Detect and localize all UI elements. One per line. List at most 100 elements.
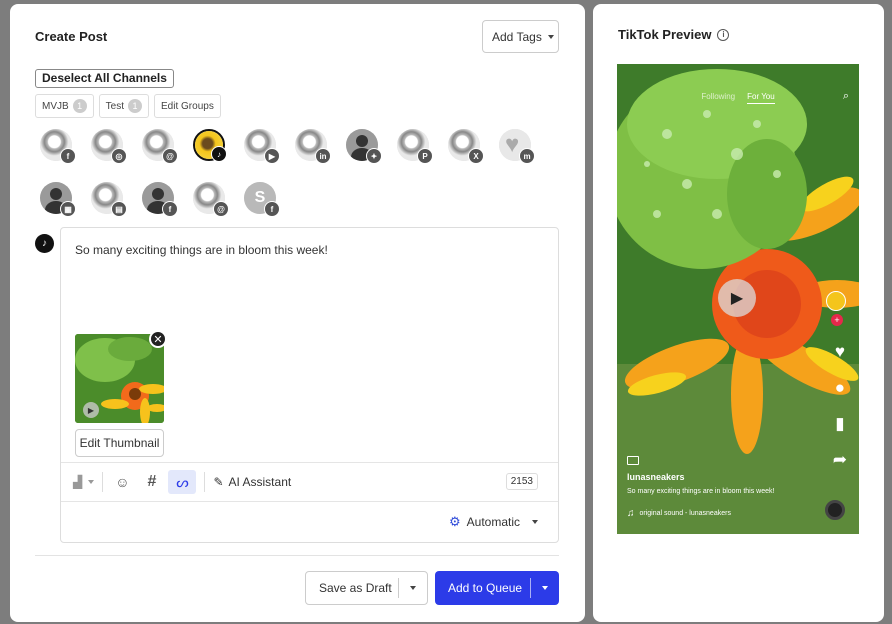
ai-assistant-label: AI Assistant <box>228 475 292 489</box>
link-shortener-button[interactable]: ᔕ <box>168 470 197 494</box>
channel-avatar-facebook[interactable]: Sf <box>244 182 280 217</box>
group-label: Test <box>105 100 125 112</box>
bluesky-icon: ✦ <box>366 148 382 164</box>
instagram-icon: ◎ <box>111 148 127 164</box>
google-business-icon: ▦ <box>60 201 76 217</box>
tiktok-icon: ♪ <box>35 234 54 253</box>
feed-tabs: Following For You <box>617 92 859 104</box>
link-icon: ᔕ <box>176 473 189 490</box>
facebook-icon: f <box>60 148 76 164</box>
add-to-queue-button-group: Add to Queue <box>435 571 559 605</box>
facebook-icon: f <box>162 201 178 217</box>
threads-icon: @ <box>213 201 229 217</box>
group-count-badge: 1 <box>128 99 143 113</box>
edit-groups-button[interactable]: Edit Groups <box>154 94 221 118</box>
threads-icon: @ <box>162 148 178 164</box>
channel-avatar-facebook[interactable]: f <box>40 129 76 164</box>
post-text-input[interactable]: So many exciting things are in bloom thi… <box>75 243 328 257</box>
group-chip-test[interactable]: Test 1 <box>98 94 150 118</box>
gear-icon: ⚙ <box>448 514 461 529</box>
search-icon[interactable]: ⌕ <box>843 90 849 103</box>
add-tags-label: Add Tags <box>492 29 542 44</box>
media-thumbnail[interactable]: ▶ <box>75 334 164 423</box>
schedule-bar: ⚙ Automatic <box>61 501 558 542</box>
avatar[interactable] <box>826 291 846 311</box>
channel-avatar-mastodon[interactable]: m <box>499 129 535 164</box>
group-chip-mvjb[interactable]: MVJB 1 <box>35 94 94 118</box>
info-icon[interactable]: i <box>717 28 730 41</box>
tab-for-you[interactable]: For You <box>747 92 775 104</box>
editor-toolbar: ▟ ☺ # ᔕ ✎ AI Assistant 2153 <box>61 462 558 501</box>
channel-avatar-tiktok[interactable]: ♪ <box>193 129 227 162</box>
x-icon: X <box>468 148 484 164</box>
chevron-down-icon <box>532 520 538 524</box>
channel-avatar-pinterest[interactable]: P <box>397 129 433 164</box>
deselect-all-channels-button[interactable]: Deselect All Channels <box>35 69 174 88</box>
play-icon: ▶ <box>83 402 99 418</box>
preview-sound: ♫ original sound - lunasneakers <box>627 508 731 519</box>
comment-icon[interactable]: ● <box>835 378 845 398</box>
ai-assistant-button[interactable]: ✎ AI Assistant <box>213 475 291 489</box>
startpage-icon: ▤ <box>111 201 127 217</box>
preview-title: TikTok Preview i <box>618 27 730 42</box>
channel-avatar-facebook[interactable]: f <box>142 182 178 217</box>
character-count: 2153 <box>505 473 538 490</box>
page-title: Create Post <box>35 29 108 44</box>
upload-icon: ▟ <box>73 475 83 489</box>
captions-icon <box>627 456 639 465</box>
emoji-button[interactable]: ☺ <box>115 474 129 490</box>
media-upload-button[interactable]: ▟ <box>73 475 95 489</box>
youtube-icon: ▶ <box>264 148 280 164</box>
play-icon[interactable]: ▶ <box>718 279 756 317</box>
chevron-down-icon <box>410 586 417 590</box>
pinterest-icon: P <box>417 148 433 164</box>
add-to-queue-button[interactable]: Add to Queue <box>435 581 530 595</box>
channel-avatar-youtube[interactable]: ▶ <box>244 129 280 164</box>
heart-icon[interactable]: ♥ <box>835 342 845 362</box>
draft-options-dropdown[interactable] <box>398 578 427 598</box>
tiktok-icon: ♪ <box>211 146 227 162</box>
chevron-down-icon <box>88 480 95 484</box>
divider <box>35 555 559 556</box>
schedule-label: Automatic <box>466 515 520 529</box>
channel-avatar-threads[interactable]: @ <box>193 182 229 217</box>
edit-thumbnail-button[interactable]: Edit Thumbnail <box>75 429 164 457</box>
facebook-icon: f <box>264 201 280 217</box>
emoji-icon: ☺ <box>115 474 130 490</box>
queue-options-dropdown[interactable] <box>530 578 558 598</box>
divider <box>102 472 104 492</box>
channel-avatar-instagram[interactable]: ◎ <box>91 129 127 164</box>
hashtag-button[interactable]: # <box>148 473 157 491</box>
chevron-down-icon <box>541 586 548 590</box>
preview-panel: TikTok Preview i Following For You ⌕ ▶ +… <box>593 4 884 622</box>
create-post-panel: Create Post Add Tags Deselect All Channe… <box>10 4 585 622</box>
group-label: MVJB <box>42 100 69 112</box>
action-bar: ♥ ● ▮ ➦ <box>833 342 847 470</box>
save-as-draft-button-group: Save as Draft <box>305 571 428 605</box>
save-as-draft-button[interactable]: Save as Draft <box>306 581 398 595</box>
preview-username: lunasneakers <box>627 472 685 482</box>
sound-label: original sound - lunasneakers <box>639 510 731 517</box>
preview-title-text: TikTok Preview <box>618 27 712 42</box>
remove-media-button[interactable]: ✕ <box>149 330 167 348</box>
linkedin-icon: in <box>315 148 331 164</box>
channel-avatar-bluesky[interactable]: ✦ <box>346 129 382 164</box>
add-tags-button[interactable]: Add Tags <box>482 20 559 53</box>
sound-disc-icon <box>825 500 845 520</box>
schedule-dropdown[interactable]: ⚙ Automatic <box>449 514 538 530</box>
divider <box>204 472 206 492</box>
mastodon-icon: m <box>519 148 535 164</box>
magic-wand-icon: ✎ <box>213 475 224 489</box>
follow-plus-icon[interactable]: + <box>831 314 843 326</box>
share-icon[interactable]: ➦ <box>833 450 847 470</box>
channel-avatar-startpage[interactable]: ▤ <box>91 182 127 217</box>
channel-avatar-google-business[interactable]: ▦ <box>40 182 76 217</box>
channel-avatar-x[interactable]: X <box>448 129 484 164</box>
channel-avatar-linkedin[interactable]: in <box>295 129 331 164</box>
music-note-icon: ♫ <box>627 508 635 519</box>
channel-groups: MVJB 1 Test 1 Edit Groups <box>35 94 221 118</box>
chevron-down-icon <box>547 34 554 39</box>
tab-following[interactable]: Following <box>701 92 735 104</box>
channel-avatar-threads[interactable]: @ <box>142 129 178 164</box>
bookmark-icon[interactable]: ▮ <box>835 414 844 434</box>
